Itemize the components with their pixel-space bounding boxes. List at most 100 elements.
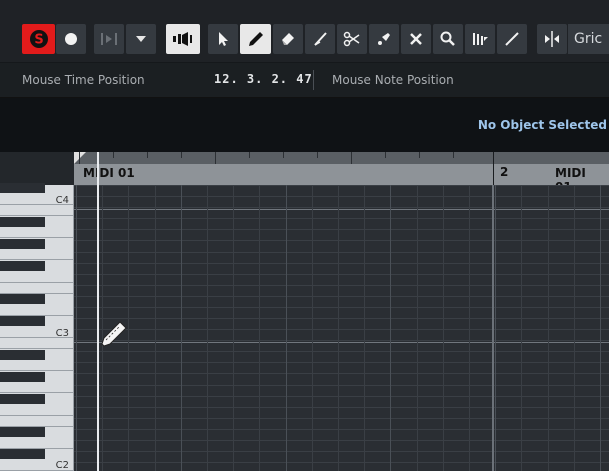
beat-line xyxy=(390,185,392,471)
beat-line xyxy=(600,185,601,471)
pencil-icon xyxy=(248,32,263,46)
pencil-cursor-icon xyxy=(101,321,127,347)
grid-line xyxy=(416,185,418,471)
ruler-tick xyxy=(215,152,216,164)
ruler-tick xyxy=(385,152,386,158)
ruler[interactable]: MIDI 01 2 MIDI 01 xyxy=(74,152,609,195)
ruler-start-marker xyxy=(74,152,86,164)
speaker-button[interactable] xyxy=(166,24,200,54)
ruler-tick xyxy=(351,152,352,164)
ruler-tick xyxy=(79,152,80,164)
grid-line xyxy=(547,185,549,471)
beat-line xyxy=(495,185,497,471)
white-key-divider xyxy=(0,414,74,416)
x-icon xyxy=(410,33,422,45)
grid-line xyxy=(154,185,156,471)
beat-line xyxy=(285,185,287,471)
bar-number: 2 xyxy=(500,165,509,179)
record-icon xyxy=(65,33,77,45)
info-line: Mouse Time Position 12. 3. 2. 47 Mouse N… xyxy=(0,63,609,98)
grid-line xyxy=(442,185,444,471)
ruler-tick xyxy=(453,152,454,158)
grid-line xyxy=(469,185,470,471)
line-ramp-button[interactable] xyxy=(465,24,495,54)
grid-line xyxy=(128,185,130,471)
beat-line xyxy=(180,185,182,471)
bar-line xyxy=(492,185,494,471)
grid-line xyxy=(573,185,575,471)
grid-line xyxy=(338,185,339,471)
record-button[interactable] xyxy=(56,24,86,54)
status-line: No Object Selected xyxy=(0,98,609,152)
ramp-icon xyxy=(473,33,488,45)
black-key[interactable] xyxy=(0,294,45,305)
ruler-tick xyxy=(283,152,284,158)
solo-button[interactable]: S xyxy=(22,24,55,54)
arrow-pointer-icon xyxy=(219,32,228,46)
grid-line xyxy=(233,185,235,471)
autoscroll-icon xyxy=(101,33,117,45)
snap-button[interactable] xyxy=(537,24,567,54)
white-key-divider xyxy=(0,204,74,205)
mouse-time-label: Mouse Time Position xyxy=(22,73,145,87)
ruler-tick xyxy=(419,152,420,158)
white-key-divider xyxy=(0,337,74,338)
speaker-icon xyxy=(173,32,192,46)
info-separator xyxy=(313,70,314,90)
ruler-tick xyxy=(181,152,182,158)
black-key[interactable] xyxy=(0,260,45,271)
grid-line xyxy=(521,185,523,471)
grid-line xyxy=(364,185,366,471)
note-grid[interactable] xyxy=(74,185,609,471)
mouse-time-value: 12. 3. 2. 47 xyxy=(214,72,313,86)
zoom-button[interactable] xyxy=(433,24,463,54)
ruler-tick xyxy=(113,152,114,158)
autoscroll-button[interactable] xyxy=(94,24,124,54)
grid-line xyxy=(311,185,313,471)
mouse-note-label: Mouse Note Position xyxy=(332,73,454,87)
scissors-icon xyxy=(343,31,360,47)
grid-type-dropdown[interactable]: Gric xyxy=(568,24,609,54)
event-name-label: MIDI 01 xyxy=(80,165,138,181)
beat-line xyxy=(76,185,77,471)
ruler-tick xyxy=(249,152,250,158)
ruler-tick xyxy=(317,152,318,158)
project-cursor[interactable] xyxy=(97,152,99,471)
black-key[interactable] xyxy=(0,427,45,438)
black-key[interactable] xyxy=(0,349,45,360)
toolbar: S Gric xyxy=(0,0,609,63)
bar-line xyxy=(493,152,494,185)
black-key[interactable] xyxy=(0,216,45,227)
chevron-down-icon xyxy=(136,36,146,42)
solo-icon: S xyxy=(29,30,48,48)
black-key[interactable] xyxy=(0,449,45,460)
glue-tube-icon xyxy=(378,33,390,45)
knife-icon xyxy=(314,32,327,46)
black-key[interactable] xyxy=(0,316,45,327)
snap-icon xyxy=(545,31,559,47)
draw-button[interactable] xyxy=(240,24,271,54)
event-bar xyxy=(74,164,609,185)
ruler-tick xyxy=(147,152,148,158)
eraser-icon xyxy=(282,33,294,45)
mute-button[interactable] xyxy=(401,24,431,54)
dropdown-button[interactable] xyxy=(126,24,156,54)
line-icon xyxy=(505,32,519,46)
erase-button[interactable] xyxy=(273,24,303,54)
object-selection-button[interactable] xyxy=(208,24,238,54)
trim-button[interactable] xyxy=(305,24,335,54)
svg-text:S: S xyxy=(34,33,43,48)
black-key[interactable] xyxy=(0,371,45,382)
grid-line xyxy=(259,185,261,471)
split-button[interactable] xyxy=(337,24,367,54)
black-key[interactable] xyxy=(0,183,45,194)
line-button[interactable] xyxy=(497,24,527,54)
black-key[interactable] xyxy=(0,393,45,404)
white-key-divider xyxy=(0,281,74,283)
ruler-corner xyxy=(0,152,74,185)
piano-keyboard[interactable]: C4 C3 C2 xyxy=(0,183,74,471)
black-key[interactable] xyxy=(0,238,45,249)
selection-status: No Object Selected xyxy=(477,118,607,132)
magnifier-icon xyxy=(440,31,455,46)
glue-button[interactable] xyxy=(369,24,399,54)
